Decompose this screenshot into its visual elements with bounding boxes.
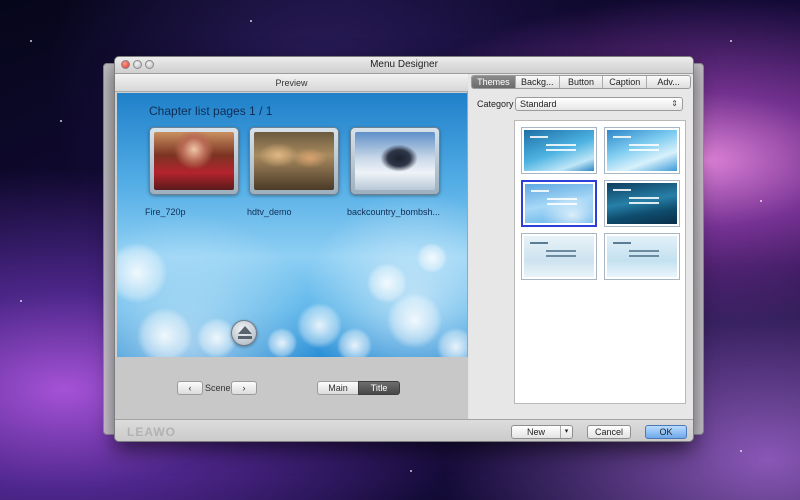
theme-preview bbox=[524, 236, 594, 277]
star bbox=[20, 300, 22, 302]
menu-preview-canvas: Chapter list pages 1 / 1 Fire_720p hdtv_… bbox=[117, 93, 467, 357]
theme-preview bbox=[607, 236, 677, 277]
theme-menu-line bbox=[629, 144, 659, 146]
theme-menu-line bbox=[546, 144, 576, 146]
theme-title-line bbox=[613, 189, 631, 191]
theme-preview bbox=[525, 184, 593, 223]
theme-menu-line bbox=[546, 149, 576, 151]
bokeh-bubble bbox=[297, 303, 342, 348]
theme-menu-line bbox=[547, 198, 577, 200]
chapter-thumbnail[interactable] bbox=[249, 127, 339, 195]
scene-label: Scene bbox=[205, 383, 231, 393]
category-select[interactable]: Standard ⇕ bbox=[515, 97, 683, 111]
new-button-label: New bbox=[526, 427, 545, 437]
eject-button[interactable] bbox=[231, 320, 257, 346]
settings-tabs: Themes Backg... Button Caption Adv... bbox=[471, 75, 691, 89]
theme-preview bbox=[607, 130, 677, 171]
theme-menu-line bbox=[629, 202, 659, 204]
eject-icon bbox=[238, 326, 252, 334]
dropdown-arrow-icon[interactable]: ▾ bbox=[560, 426, 572, 438]
leawo-logo: LEAWO bbox=[127, 425, 176, 439]
preview-header: Preview bbox=[115, 74, 468, 92]
theme-thumbnail[interactable] bbox=[521, 127, 597, 174]
preview-pane: Preview Chapter list pages 1 / 1 Fire_72 bbox=[115, 74, 468, 419]
star bbox=[30, 40, 32, 42]
chapter-thumbnail-image bbox=[254, 132, 334, 190]
eject-icon-bar bbox=[238, 336, 252, 339]
theme-menu-line bbox=[629, 255, 659, 257]
ok-button[interactable]: OK bbox=[645, 425, 687, 439]
theme-title-line bbox=[531, 190, 549, 192]
new-button[interactable]: New ▾ bbox=[511, 425, 573, 439]
title-bar[interactable]: Menu Designer bbox=[115, 57, 693, 74]
scene-prev-button[interactable]: ‹ bbox=[177, 381, 203, 395]
bokeh-bubble bbox=[387, 293, 442, 348]
select-arrows-icon: ⇕ bbox=[671, 99, 678, 108]
tab-themes[interactable]: Themes bbox=[472, 76, 516, 88]
cancel-button[interactable]: Cancel bbox=[587, 425, 631, 439]
theme-title-line bbox=[530, 242, 548, 244]
theme-menu-line bbox=[546, 250, 576, 252]
scene-next-button[interactable]: › bbox=[231, 381, 257, 395]
chapter-thumbnail[interactable] bbox=[149, 127, 239, 195]
tab-background[interactable]: Backg... bbox=[516, 76, 560, 88]
settings-pane: Themes Backg... Button Caption Adv... Ca… bbox=[469, 74, 693, 419]
menu-designer-window: Menu Designer Preview Chapter list pages… bbox=[114, 56, 694, 442]
chapter-thumbnail-image bbox=[154, 132, 234, 190]
bokeh-bubble bbox=[337, 328, 372, 357]
bokeh-bubble bbox=[267, 328, 297, 357]
star bbox=[760, 200, 762, 202]
star bbox=[250, 20, 252, 22]
theme-menu-line bbox=[629, 149, 659, 151]
bokeh-bubble bbox=[117, 243, 167, 303]
bokeh-bubble bbox=[437, 328, 467, 357]
theme-thumbnail[interactable] bbox=[604, 233, 680, 280]
star bbox=[740, 450, 742, 452]
theme-menu-line bbox=[629, 197, 659, 199]
category-label: Category bbox=[477, 99, 514, 109]
chapter-thumbnail-image bbox=[355, 132, 435, 190]
theme-preview bbox=[524, 130, 594, 171]
star bbox=[60, 120, 62, 122]
theme-title-line bbox=[613, 136, 631, 138]
chapter-thumbnail[interactable] bbox=[350, 127, 440, 195]
theme-preview bbox=[607, 183, 677, 224]
tab-advanced[interactable]: Adv... bbox=[647, 76, 690, 88]
theme-menu-line bbox=[547, 203, 577, 205]
tab-title[interactable]: Title bbox=[358, 381, 400, 395]
tab-main[interactable]: Main bbox=[317, 381, 359, 395]
theme-thumbnail[interactable] bbox=[604, 127, 680, 174]
theme-gallery bbox=[514, 120, 686, 404]
chapter-list-title: Chapter list pages 1 / 1 bbox=[149, 104, 273, 118]
theme-menu-line bbox=[629, 250, 659, 252]
star bbox=[730, 40, 732, 42]
scene-navigation-bar: ‹ Scene › Main Title bbox=[115, 357, 468, 419]
footer-bar: LEAWO New ▾ Cancel OK bbox=[115, 419, 693, 441]
theme-title-line bbox=[530, 136, 548, 138]
bokeh-bubble bbox=[137, 308, 192, 357]
theme-thumbnail[interactable] bbox=[521, 233, 597, 280]
chapter-label: backcountry_bombsh... bbox=[347, 207, 441, 217]
chapter-label: hdtv_demo bbox=[247, 207, 292, 217]
window-title: Menu Designer bbox=[370, 59, 438, 70]
chapter-label: Fire_720p bbox=[145, 207, 186, 217]
tab-caption[interactable]: Caption bbox=[603, 76, 648, 88]
theme-title-line bbox=[613, 242, 631, 244]
bokeh-bubble bbox=[417, 243, 447, 273]
theme-menu-line bbox=[546, 255, 576, 257]
theme-thumbnail[interactable] bbox=[604, 180, 680, 227]
tab-button[interactable]: Button bbox=[560, 76, 604, 88]
theme-thumbnail-selected[interactable] bbox=[521, 180, 597, 227]
category-value: Standard bbox=[520, 99, 557, 109]
star bbox=[410, 470, 412, 472]
